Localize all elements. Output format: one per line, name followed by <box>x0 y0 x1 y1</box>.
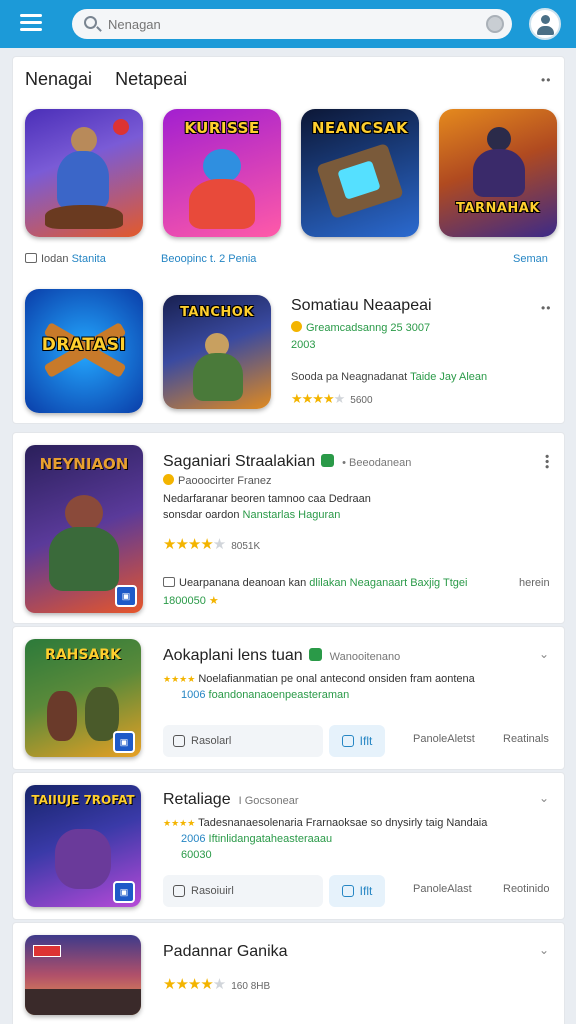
tab-nenagai[interactable]: Nenagai <box>25 69 92 89</box>
thumb-title-text: RAHSARK <box>45 647 121 663</box>
panel-link[interactable]: PanoleAlast <box>413 883 472 895</box>
featured-app-icon-6[interactable]: TANCHOK <box>163 295 271 409</box>
app-footer-link[interactable]: herein <box>519 577 550 589</box>
featured-app-icon-5[interactable]: DRATASI <box>25 289 143 413</box>
store-badge-icon: ▣ <box>113 731 135 753</box>
top-app-bar <box>0 0 576 48</box>
app-title[interactable]: Retaliage I Gocsonear <box>163 791 299 809</box>
icon-title-text: NEANCSAK <box>311 119 409 137</box>
featured-app-icon-4[interactable]: TARNAHAK <box>439 109 557 237</box>
download-icon <box>173 885 185 897</box>
app-description: ★★★★ Tadesnanaesolenaria Frarnaoksae so … <box>163 817 488 861</box>
app-developer: Paooocirter Franez <box>163 473 272 489</box>
icon-title-text: DRATASI <box>41 335 127 355</box>
thumb-title-text: NEYNIAON <box>39 455 129 473</box>
open-button[interactable]: Iflt <box>329 875 385 907</box>
coin-icon <box>163 474 174 485</box>
caption-3: Seman <box>513 253 548 265</box>
app-list-item-2[interactable]: RAHSARK ▣ Aokaplani lens tuan Wanooitenan… <box>12 626 565 770</box>
featured-section: Nenagai Netapeai •• KURISSE NEANCSAK TAR… <box>12 56 565 424</box>
open-app-icon <box>341 735 354 747</box>
icon-title-text: TANCHOK <box>180 305 254 320</box>
voice-search-icon[interactable] <box>486 15 504 33</box>
tab-netapeai[interactable]: Netapeai <box>115 69 187 89</box>
app-title[interactable]: Saganiari Straalakian • Beeodanean <box>163 453 411 471</box>
featured-app-icon-3[interactable]: NEANCSAK <box>301 109 419 237</box>
app-more-options-icon[interactable]: ••• <box>540 454 554 470</box>
app-footer-text: Uearpanana deanoan kan dlilakan Neaganaa… <box>163 575 467 591</box>
app-title[interactable]: Padannar Ganika <box>163 943 288 961</box>
app-rating-stars: ★★★★★ 8051K <box>163 536 261 553</box>
coin-icon <box>291 321 302 332</box>
icon-title-text: TARNAHAK <box>456 201 540 216</box>
app-description: ★★★★ Noelafianmatian pe onal antecond on… <box>163 673 475 701</box>
store-badge-icon: ▣ <box>113 881 135 903</box>
app-list-item-4[interactable]: Padannar Ganika ⌄ ★★★★★ 160 8HB <box>12 922 565 1024</box>
icon-title-text: KURISSE <box>184 119 260 137</box>
caption-link[interactable]: Beoopinc t. 2 Penia <box>161 253 256 265</box>
ratings-link[interactable]: Reatinals <box>503 733 549 745</box>
open-app-icon <box>341 885 354 897</box>
app-list-item-1[interactable]: NEYNIAON ▣ Saganiari Straalakian • Beeoda… <box>12 432 565 624</box>
featured-more-options-icon[interactable]: •• <box>541 301 551 315</box>
verified-icon <box>308 648 322 661</box>
featured-app-icon-1[interactable] <box>25 109 143 237</box>
store-badge-icon: ▣ <box>115 585 137 607</box>
account-avatar-icon[interactable] <box>529 8 561 40</box>
caption-link[interactable]: Stanita <box>72 253 106 265</box>
featured-tabs: Nenagai Netapeai <box>25 69 205 90</box>
caption-1: Iodan Stanita <box>25 253 106 265</box>
gamepad-icon <box>25 253 37 263</box>
search-icon <box>84 16 97 29</box>
chevron-down-icon[interactable]: ⌄ <box>539 943 549 957</box>
hamburger-menu-icon[interactable] <box>20 14 42 32</box>
download-icon <box>173 735 185 747</box>
app-title[interactable]: Aokaplani lens tuan Wanooitenano <box>163 647 400 665</box>
app-thumbnail-2[interactable]: RAHSARK ▣ <box>25 639 141 757</box>
search-bar[interactable] <box>72 9 512 39</box>
install-button[interactable]: Rasoiuirl <box>163 875 323 907</box>
thumb-title-text: TAIIUJE 7ROFAT <box>31 793 135 807</box>
chevron-down-icon[interactable]: ⌄ <box>539 647 549 661</box>
featured-description: Sooda pa Neagnadanat Taide Jay Alean <box>291 371 488 383</box>
search-input[interactable] <box>108 13 468 35</box>
app-rating-stars: ★★★★★ 160 8HB <box>163 976 271 993</box>
featured-meta-line: Greamcadsanng 25 3007 <box>291 321 430 334</box>
app-thumbnail-4[interactable] <box>25 935 141 1015</box>
info-icon <box>163 577 175 587</box>
featured-app-title[interactable]: Somatiau Neaapeai <box>291 297 432 315</box>
app-list-item-3[interactable]: TAIIUJE 7ROFAT ▣ Retaliage I Gocsonear ⌄ … <box>12 772 565 920</box>
verified-icon <box>321 454 335 467</box>
see-more-link[interactable]: Seman <box>513 253 548 265</box>
app-footer-number: 1800050 ★ <box>163 595 219 607</box>
featured-rating-stars: ★★★★★ 5600 <box>291 391 373 406</box>
featured-app-icon-2[interactable]: KURISSE <box>163 109 281 237</box>
app-thumbnail-1[interactable]: NEYNIAON ▣ <box>25 445 143 613</box>
ratings-link[interactable]: Reotinido <box>503 883 549 895</box>
featured-year: 2003 <box>291 339 316 351</box>
app-description: Nedarfaranar beoren tamnoo caa Dedraan so… <box>163 493 371 521</box>
open-button[interactable]: Iflt <box>329 725 385 757</box>
more-options-icon[interactable]: •• <box>541 73 551 87</box>
app-thumbnail-3[interactable]: TAIIUJE 7ROFAT ▣ <box>25 785 141 907</box>
install-button[interactable]: Rasolarl <box>163 725 323 757</box>
chevron-down-icon[interactable]: ⌄ <box>539 791 549 805</box>
panel-link[interactable]: PanoleAletst <box>413 733 475 745</box>
caption-2: Beoopinc t. 2 Penia <box>161 253 256 265</box>
